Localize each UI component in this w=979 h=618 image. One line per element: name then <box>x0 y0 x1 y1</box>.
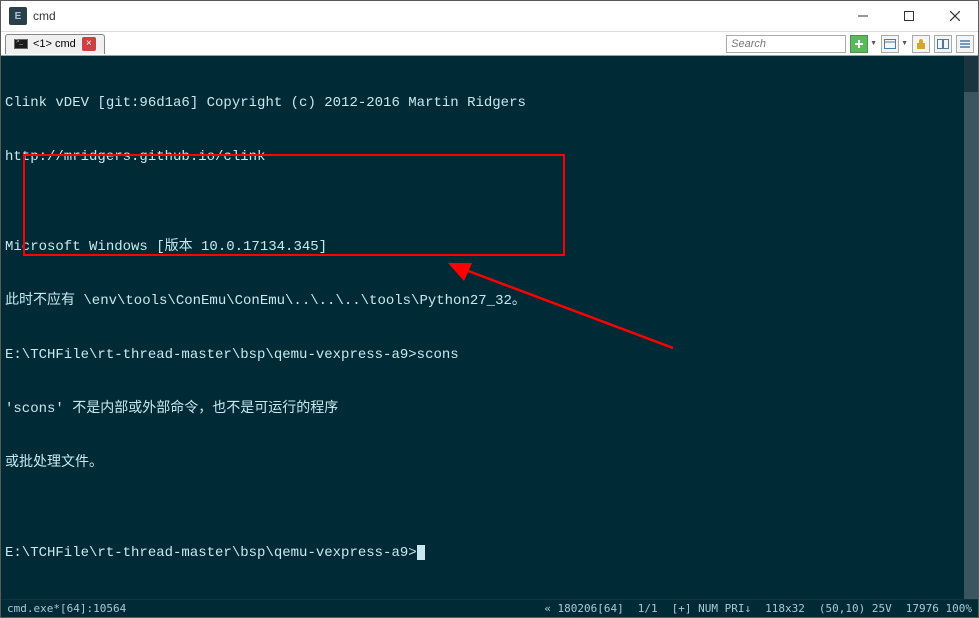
status-process: cmd.exe*[64]:10564 <box>7 602 544 615</box>
output-line: E:\TCHFile\rt-thread-master\bsp\qemu-vex… <box>5 346 974 364</box>
minimize-icon <box>858 11 868 21</box>
tab-cmd[interactable]: <1> cmd × <box>5 34 105 54</box>
status-encoding: « 180206[64] <box>544 602 623 615</box>
plus-icon <box>854 39 864 49</box>
cursor <box>417 545 425 560</box>
close-icon <box>950 11 960 21</box>
output-line: http://mridgers.github.io/clink <box>5 148 974 166</box>
status-cursor: (50,10) 25V <box>819 602 892 615</box>
tab-console-icon <box>14 39 28 49</box>
lock-icon <box>916 38 926 50</box>
terminal[interactable]: Clink vDEV [git:96d1a6] Copyright (c) 20… <box>1 56 978 599</box>
output-line: Clink vDEV [git:96d1a6] Copyright (c) 20… <box>5 94 974 112</box>
window-controls <box>840 1 978 32</box>
layout-button[interactable] <box>881 35 899 53</box>
maximize-button[interactable] <box>886 1 932 32</box>
status-line: 1/1 <box>638 602 658 615</box>
statusbar: cmd.exe*[64]:10564 « 180206[64] 1/1 [+] … <box>1 599 978 617</box>
toolbar-right: ▼ ▼ <box>726 35 974 53</box>
split-icon <box>937 39 949 49</box>
toolbar: <1> cmd × ▼ ▼ <box>1 32 978 56</box>
tab-close-button[interactable]: × <box>82 37 96 51</box>
status-caps: [+] NUM PRI↓ <box>672 602 751 615</box>
new-tab-button[interactable] <box>850 35 868 53</box>
lock-button[interactable] <box>912 35 930 53</box>
output-line: 或批处理文件。 <box>5 454 974 472</box>
output-line: 此时不应有 \env\tools\ConEmu\ConEmu\..\..\..\… <box>5 292 974 310</box>
close-button[interactable] <box>932 1 978 32</box>
minimize-button[interactable] <box>840 1 886 32</box>
new-tab-dropdown[interactable]: ▼ <box>870 40 877 47</box>
prompt-text: E:\TCHFile\rt-thread-master\bsp\qemu-vex… <box>5 545 417 561</box>
scrollbar-thumb[interactable] <box>964 92 978 599</box>
prompt-line: E:\TCHFile\rt-thread-master\bsp\qemu-vex… <box>5 544 974 562</box>
output-line: 'scons' 不是内部或外部命令，也不是可运行的程序 <box>5 400 974 418</box>
status-zoom: 17976 100% <box>906 602 972 615</box>
app-icon: E <box>9 7 27 25</box>
menu-button[interactable] <box>956 35 974 53</box>
titlebar[interactable]: E cmd <box>1 1 978 32</box>
status-size: 118x32 <box>765 602 805 615</box>
tab-label: <1> cmd <box>33 38 76 50</box>
layout-dropdown[interactable]: ▼ <box>901 40 908 47</box>
split-button[interactable] <box>934 35 952 53</box>
hamburger-icon <box>960 39 970 49</box>
scrollbar[interactable] <box>964 56 978 599</box>
window-title: cmd <box>33 9 840 23</box>
window-root: E cmd <1> cmd × ▼ <box>0 0 979 618</box>
layout-icon <box>884 39 896 49</box>
output-line: Microsoft Windows [版本 10.0.17134.345] <box>5 238 974 256</box>
status-right: « 180206[64] 1/1 [+] NUM PRI↓ 118x32 (50… <box>544 602 972 615</box>
search-input[interactable] <box>726 35 846 53</box>
maximize-icon <box>904 11 914 21</box>
